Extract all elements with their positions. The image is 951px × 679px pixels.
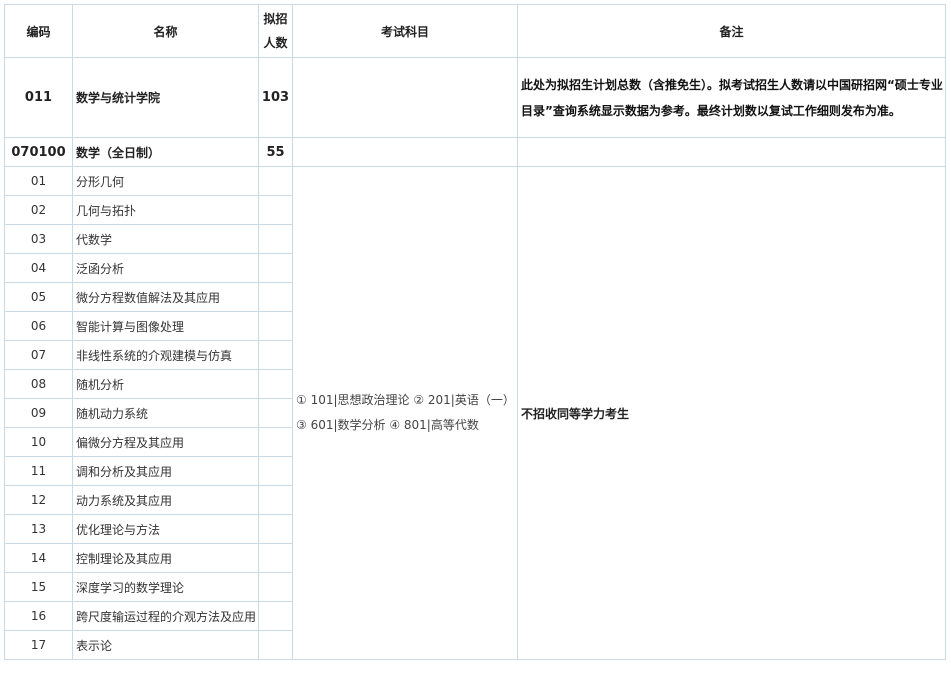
header-subjects: 考试科目 bbox=[292, 4, 518, 58]
college-code: 011 bbox=[4, 57, 73, 138]
direction-quota bbox=[258, 253, 293, 283]
direction-subjects: ① 101|思想政治理论 ② 201|英语（一） ③ 601|数学分析 ④ 80… bbox=[292, 166, 518, 660]
major-remarks bbox=[517, 137, 946, 167]
direction-quota bbox=[258, 456, 293, 486]
direction-quota bbox=[258, 514, 293, 544]
direction-code: 13 bbox=[4, 514, 73, 544]
direction-code: 08 bbox=[4, 369, 73, 399]
direction-name: 智能计算与图像处理 bbox=[72, 311, 259, 341]
direction-code: 06 bbox=[4, 311, 73, 341]
direction-code: 01 bbox=[4, 166, 73, 196]
direction-quota bbox=[258, 224, 293, 254]
direction-quota bbox=[258, 630, 293, 660]
college-subjects bbox=[292, 57, 518, 138]
direction-quota bbox=[258, 543, 293, 573]
direction-name: 泛函分析 bbox=[72, 253, 259, 283]
direction-name: 跨尺度输运过程的介观方法及应用 bbox=[72, 601, 259, 631]
admissions-table: 编码 名称 拟招人数 考试科目 备注 011 数学与统计学院 103 此处为拟招… bbox=[4, 4, 946, 660]
header-quota: 拟招人数 bbox=[258, 4, 293, 58]
college-remarks: 此处为拟招生计划总数（含推免生）。拟考试招生人数请以中国研招网“硕士专业目录”查… bbox=[517, 57, 946, 138]
direction-name: 随机分析 bbox=[72, 369, 259, 399]
direction-name: 优化理论与方法 bbox=[72, 514, 259, 544]
direction-remarks: 不招收同等学力考生 bbox=[517, 166, 946, 660]
direction-code: 11 bbox=[4, 456, 73, 486]
direction-quota bbox=[258, 427, 293, 457]
major-subjects bbox=[292, 137, 518, 167]
direction-code: 07 bbox=[4, 340, 73, 370]
direction-quota bbox=[258, 195, 293, 225]
direction-quota bbox=[258, 572, 293, 602]
direction-code: 05 bbox=[4, 282, 73, 312]
direction-quota bbox=[258, 485, 293, 515]
direction-code: 14 bbox=[4, 543, 73, 573]
header-name: 名称 bbox=[72, 4, 259, 58]
direction-code: 02 bbox=[4, 195, 73, 225]
college-name: 数学与统计学院 bbox=[72, 57, 259, 138]
major-code: 070100 bbox=[4, 137, 73, 167]
header-code: 编码 bbox=[4, 4, 73, 58]
table-row: 01 分形几何 ① 101|思想政治理论 ② 201|英语（一） ③ 601|数学分… bbox=[4, 166, 946, 660]
college-row: 011 数学与统计学院 103 此处为拟招生计划总数（含推免生）。拟考试招生人数… bbox=[4, 57, 946, 138]
direction-code: 09 bbox=[4, 398, 73, 428]
direction-name: 代数学 bbox=[72, 224, 259, 254]
direction-quota bbox=[258, 282, 293, 312]
direction-name: 随机动力系统 bbox=[72, 398, 259, 428]
direction-quota bbox=[258, 166, 293, 196]
header-remarks: 备注 bbox=[517, 4, 946, 58]
direction-name: 动力系统及其应用 bbox=[72, 485, 259, 515]
direction-name: 表示论 bbox=[72, 630, 259, 660]
direction-quota bbox=[258, 398, 293, 428]
direction-name: 分形几何 bbox=[72, 166, 259, 196]
direction-quota bbox=[258, 369, 293, 399]
direction-quota bbox=[258, 340, 293, 370]
direction-code: 04 bbox=[4, 253, 73, 283]
college-quota: 103 bbox=[258, 57, 293, 138]
direction-quota bbox=[258, 311, 293, 341]
major-name: 数学（全日制） bbox=[72, 137, 259, 167]
direction-code: 12 bbox=[4, 485, 73, 515]
direction-name: 几何与拓扑 bbox=[72, 195, 259, 225]
direction-code: 03 bbox=[4, 224, 73, 254]
direction-name: 偏微分方程及其应用 bbox=[72, 427, 259, 457]
direction-quota bbox=[258, 601, 293, 631]
direction-code: 15 bbox=[4, 572, 73, 602]
direction-code: 17 bbox=[4, 630, 73, 660]
direction-name: 深度学习的数学理论 bbox=[72, 572, 259, 602]
direction-name: 调和分析及其应用 bbox=[72, 456, 259, 486]
major-row: 070100 数学（全日制） 55 bbox=[4, 137, 946, 167]
major-quota: 55 bbox=[258, 137, 293, 167]
direction-name: 非线性系统的介观建模与仿真 bbox=[72, 340, 259, 370]
header-row: 编码 名称 拟招人数 考试科目 备注 bbox=[4, 4, 946, 58]
direction-name: 控制理论及其应用 bbox=[72, 543, 259, 573]
direction-code: 10 bbox=[4, 427, 73, 457]
direction-name: 微分方程数值解法及其应用 bbox=[72, 282, 259, 312]
direction-code: 16 bbox=[4, 601, 73, 631]
